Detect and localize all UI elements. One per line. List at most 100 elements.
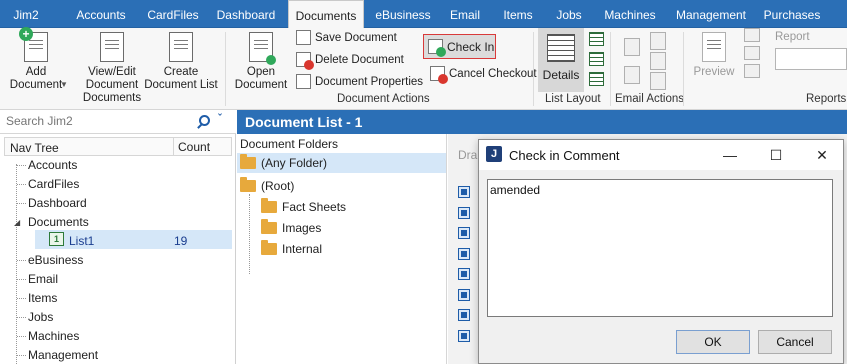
tab-jobs[interactable]: Jobs <box>552 0 586 28</box>
layout-tiles-icon[interactable] <box>589 72 604 86</box>
details-grid-icon <box>547 34 575 62</box>
group-label-list-layout: List Layout <box>545 93 601 105</box>
layout-grid-icon[interactable] <box>589 32 604 46</box>
nav-item-documents[interactable]: Documents <box>28 215 89 229</box>
save-document-button[interactable]: Save Document <box>296 30 397 45</box>
folder-root[interactable]: (Root) <box>240 177 295 193</box>
open-document-button[interactable]: Open Document <box>232 32 290 92</box>
report-select[interactable] <box>775 48 847 70</box>
save-document-label: Save Document <box>315 31 397 44</box>
dialog-title-bar[interactable]: J Check in Comment — ☐ ✕ <box>479 140 843 170</box>
ok-button[interactable]: OK <box>676 330 750 354</box>
ribbon: + Add Document ▼ View/Edit Document Docu… <box>0 27 847 110</box>
details-label: Details <box>542 68 580 82</box>
nav-item-cardfiles[interactable]: CardFiles <box>28 177 79 191</box>
page-title: Document List - 1 <box>237 110 847 134</box>
document-row-icon[interactable] <box>458 268 470 280</box>
email-forward-icon[interactable] <box>650 52 666 70</box>
tree-connector <box>17 184 26 185</box>
cancel-checkout-button[interactable]: Cancel Checkout <box>430 66 537 84</box>
minimize-button[interactable]: — <box>715 144 745 166</box>
folder-icon <box>261 219 277 234</box>
tab-machines[interactable]: Machines <box>598 0 662 28</box>
tree-connector <box>17 260 26 261</box>
nav-item-dashboard[interactable]: Dashboard <box>28 196 87 210</box>
nav-item-list1[interactable]: List1 <box>69 234 94 248</box>
folder-fact-sheets[interactable]: Fact Sheets <box>261 198 346 214</box>
search-input[interactable] <box>6 114 196 128</box>
count-column-header[interactable]: Count <box>173 138 210 155</box>
check-in-button[interactable]: Check In <box>423 34 496 59</box>
cancel-checkout-label: Cancel Checkout <box>449 67 537 80</box>
document-row-icon[interactable] <box>458 288 470 301</box>
print-icon[interactable] <box>744 28 760 42</box>
nav-item-ebusiness[interactable]: eBusiness <box>28 253 83 267</box>
preview-button[interactable]: Preview <box>690 32 738 79</box>
add-document-dropdown-icon[interactable]: ▼ <box>60 80 68 89</box>
open-document-icon <box>249 32 276 65</box>
folder-label: (Root) <box>261 179 295 193</box>
nav-item-machines[interactable]: Machines <box>28 329 79 343</box>
nav-tree-column-header[interactable]: Nav Tree <box>10 141 59 155</box>
view-document-icon <box>100 32 124 62</box>
folder-any[interactable]: (Any Folder) <box>240 154 327 170</box>
collapse-triangle-icon[interactable]: ◢ <box>14 218 20 227</box>
folder-images[interactable]: Images <box>261 219 321 235</box>
document-row-icon[interactable] <box>458 309 470 321</box>
create-document-list-button[interactable]: Create Document List <box>144 32 218 92</box>
document-row-icon[interactable] <box>458 329 470 342</box>
tab-jim2[interactable]: Jim2 <box>6 0 46 28</box>
maximize-button[interactable]: ☐ <box>761 144 791 166</box>
email-send-icon[interactable] <box>650 72 666 90</box>
check-in-comment-dialog: J Check in Comment — ☐ ✕ amended OK Canc… <box>478 139 844 364</box>
tab-dashboard[interactable]: Dashboard <box>212 0 280 28</box>
tree-connector <box>17 355 26 356</box>
details-layout-button[interactable]: Details <box>538 28 584 92</box>
delete-document-label: Delete Document <box>315 53 404 66</box>
close-button[interactable]: ✕ <box>807 144 837 166</box>
print-setup-icon[interactable] <box>744 46 760 60</box>
folder-icon <box>261 198 277 213</box>
export-icon[interactable] <box>744 64 760 78</box>
ribbon-separator <box>683 32 684 106</box>
ribbon-separator <box>225 32 226 106</box>
report-label: Report <box>775 31 810 43</box>
nav-item-email[interactable]: Email <box>28 272 58 286</box>
document-folders-panel: Document Folders (Any Folder) (Root) Fac… <box>237 134 447 364</box>
folder-icon <box>240 154 256 169</box>
comment-textarea[interactable]: amended <box>487 179 833 317</box>
nav-item-items[interactable]: Items <box>28 291 57 305</box>
cancel-button[interactable]: Cancel <box>758 330 832 354</box>
add-document-button[interactable]: + Add Document <box>4 27 68 92</box>
nav-item-accounts[interactable]: Accounts <box>28 158 77 172</box>
email-attach-icon[interactable] <box>624 66 640 84</box>
document-properties-button[interactable]: Document Properties <box>296 74 423 89</box>
search-icon[interactable] <box>199 115 210 126</box>
tab-management[interactable]: Management <box>672 0 750 28</box>
tab-email[interactable]: Email <box>446 0 484 28</box>
nav-item-management[interactable]: Management <box>28 348 98 362</box>
tab-items[interactable]: Items <box>498 0 538 28</box>
folder-tree-guide <box>249 194 250 274</box>
tab-ebusiness[interactable]: eBusiness <box>372 0 434 28</box>
nav-item-jobs[interactable]: Jobs <box>28 310 53 324</box>
layout-list-icon[interactable] <box>589 52 604 66</box>
document-row-icon[interactable] <box>458 186 470 198</box>
chevron-down-icon[interactable]: ˇ <box>218 113 222 125</box>
tree-connector <box>17 279 26 280</box>
folder-internal[interactable]: Internal <box>261 240 322 256</box>
view-edit-label: View/Edit Document Documents <box>82 66 142 104</box>
tab-purchases[interactable]: Purchases <box>760 0 824 28</box>
tab-accounts[interactable]: Accounts <box>68 0 134 28</box>
nav-tree: Nav Tree Count Accounts CardFiles Dashbo… <box>0 134 236 364</box>
email-reply-icon[interactable] <box>650 32 666 50</box>
document-row-icon[interactable] <box>458 206 470 219</box>
view-edit-document-button[interactable]: View/Edit Document Documents <box>80 32 144 105</box>
tab-cardfiles[interactable]: CardFiles <box>142 0 204 28</box>
add-document-icon: + <box>19 27 48 62</box>
document-row-icon[interactable] <box>458 227 470 239</box>
document-row-icon[interactable] <box>458 247 470 260</box>
delete-document-button[interactable]: Delete Document <box>296 52 404 70</box>
tab-documents[interactable]: Documents <box>288 0 364 29</box>
email-document-icon[interactable] <box>624 38 640 56</box>
